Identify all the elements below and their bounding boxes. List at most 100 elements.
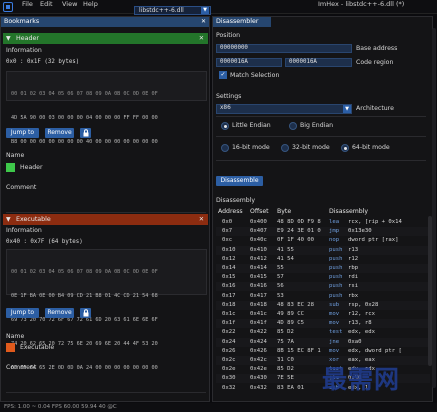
row-operands: rbx: [348, 292, 359, 299]
row-bytes: 48 83 EC 28: [277, 301, 315, 308]
mode-16bit-label: 16-bit mode: [232, 144, 270, 151]
disassembly-row[interactable]: 0x10 0x410 41 55 push r13: [216, 245, 430, 255]
little-endian-label: Little Endian: [232, 122, 271, 129]
close-icon[interactable]: ✕: [199, 33, 204, 44]
row-address: 0x2e: [222, 366, 236, 373]
architecture-value: x86: [220, 105, 231, 111]
disassembly-row[interactable]: 0x0 0x400 48 8D 0D F9 8 lea rcx, [rip + 0x14: [216, 218, 430, 227]
name-label: Name: [6, 333, 25, 340]
radio-big-endian[interactable]: [289, 122, 297, 130]
disassembly-row[interactable]: 0x17 0x417 53 push rbx: [216, 292, 430, 301]
row-offset: 0x42c: [250, 357, 267, 363]
base-address-input[interactable]: 00000000: [216, 44, 352, 53]
disassembly-row[interactable]: 0x26 0x426 8B 15 EC 8F 1 mov edx, dword ptr …: [216, 347, 430, 356]
bookmark-header-bar[interactable]: ▼ Header ✕: [3, 33, 208, 44]
radio-32bit-mode[interactable]: [281, 144, 289, 152]
disassembly-row[interactable]: 0x1f 0x41f 4D 89 C5 mov r13, r8: [216, 319, 430, 329]
menu-view[interactable]: View: [62, 0, 77, 8]
panel-scrollbar[interactable]: [432, 28, 436, 388]
row-address: 0x16: [222, 283, 236, 290]
row-address: 0x22: [222, 329, 236, 336]
row-offset: 0x407: [250, 228, 267, 235]
row-operands: rdi: [348, 274, 359, 281]
row-offset: 0x40c: [250, 237, 267, 244]
row-operands: edx, dword ptr [: [348, 347, 402, 354]
remove-button[interactable]: Remove: [45, 128, 74, 138]
close-icon[interactable]: ✕: [201, 17, 206, 27]
radio-little-endian[interactable]: [221, 122, 229, 130]
menu-edit[interactable]: Edit: [40, 0, 53, 8]
settings-label: Settings: [216, 93, 242, 100]
disassembly-row[interactable]: 0x1c 0x41c 49 89 CC mov r12, rcx: [216, 310, 430, 319]
lock-button[interactable]: [80, 128, 91, 138]
bookmark-color-swatch[interactable]: [6, 163, 15, 172]
mode-32bit-label: 32-bit mode: [292, 144, 330, 151]
remove-button[interactable]: Remove: [45, 308, 74, 318]
jump-to-button[interactable]: Jump to: [6, 128, 39, 138]
row-bytes: 31 C0: [277, 357, 294, 363]
row-offset: 0x417: [250, 292, 267, 299]
row-offset: 0x424: [250, 338, 267, 345]
status-text: FPS: 1.00 ~ 0.04 FPS 60.00 59.94 40 @C: [4, 404, 117, 410]
radio-16bit-mode[interactable]: [221, 144, 229, 152]
jump-to-button[interactable]: Jump to: [6, 308, 39, 318]
close-icon[interactable]: ✕: [199, 214, 204, 225]
bookmark-name-value[interactable]: Header: [20, 164, 43, 171]
divider: [6, 212, 206, 213]
row-offset: 0x410: [250, 246, 267, 253]
code-region-start-input[interactable]: 0000016A: [216, 58, 282, 67]
menu-file[interactable]: File: [22, 0, 33, 8]
column-header-disassembly[interactable]: Disassembly: [329, 208, 368, 215]
disassembly-row[interactable]: 0xc 0x40c 0F 1F 40 00 nop dword ptr [rax]: [216, 236, 430, 245]
disassembler-tab-title: Disassembler: [216, 18, 259, 25]
bookmark-header-bar[interactable]: ▼ Executable ✕: [3, 214, 208, 225]
disassembly-row[interactable]: 0x24 0x424 75 7A jne 0xa0: [216, 337, 430, 347]
row-mnemonic: nop: [329, 237, 340, 244]
bookmark-title: Executable: [16, 216, 51, 223]
base-address-label: Base address: [356, 45, 398, 52]
row-mnemonic: push: [329, 292, 343, 299]
row-address: 0x7: [222, 228, 233, 235]
column-header-address[interactable]: Address: [218, 208, 243, 215]
collapse-arrow-icon[interactable]: ▼: [6, 214, 11, 225]
row-bytes: 55: [277, 265, 284, 271]
disassembly-row[interactable]: 0x22 0x422 85 D2 test edx, edx: [216, 328, 430, 337]
row-bytes: E9 24 3E 01 0: [277, 228, 321, 235]
bookmark-name-value[interactable]: Executable: [20, 344, 54, 351]
disassembly-row[interactable]: 0x15 0x415 57 push rdi: [216, 273, 430, 282]
lock-icon: [83, 309, 88, 317]
row-bytes: 48 8D 0D F9 8: [277, 219, 321, 225]
information-label: Information: [6, 227, 42, 234]
row-offset: 0x415: [250, 274, 267, 281]
disassembly-row[interactable]: 0x14 0x414 55 push rbp: [216, 264, 430, 273]
menu-help[interactable]: Help: [83, 0, 98, 8]
collapse-arrow-icon[interactable]: ▼: [6, 33, 11, 44]
row-bytes: 4D 89 C5: [277, 320, 304, 327]
file-select-dropdown[interactable]: libstdc++-6.dll ▼: [134, 6, 211, 15]
disassembly-label: Disassembly: [216, 197, 256, 204]
disassembly-row[interactable]: 0x12 0x412 41 54 push r12: [216, 255, 430, 264]
row-mnemonic: mov: [329, 311, 340, 317]
lock-icon: [83, 129, 88, 137]
match-selection-checkbox[interactable]: ✓: [219, 71, 227, 79]
bookmarks-tab[interactable]: Bookmarks ✕: [1, 17, 209, 27]
architecture-select[interactable]: x86 ▼: [216, 104, 352, 114]
disassemble-button[interactable]: Disassemble: [216, 176, 263, 186]
row-address: 0x18: [222, 301, 236, 308]
divider: [6, 392, 206, 393]
lock-button[interactable]: [80, 308, 91, 318]
code-region-end-input[interactable]: 0000016A: [285, 58, 352, 67]
column-header-byte[interactable]: Byte: [277, 208, 291, 215]
row-mnemonic: lea: [329, 219, 340, 225]
bookmark-hex-preview: 00 01 02 03 04 05 06 07 08 09 0A 0B 0C 0…: [6, 71, 207, 145]
row-mnemonic: mov: [329, 320, 340, 327]
disassembler-tab[interactable]: Disassembler: [213, 17, 271, 27]
disassembly-row[interactable]: 0x18 0x418 48 83 EC 28 sub rsp, 0x28: [216, 300, 430, 310]
radio-64bit-mode[interactable]: [341, 144, 349, 152]
row-bytes: 85 D2: [277, 366, 294, 373]
row-operands: 0xa0: [348, 338, 362, 345]
disassembly-row[interactable]: 0x7 0x407 E9 24 3E 01 0 jmp 0x13e30: [216, 227, 430, 237]
bookmark-color-swatch[interactable]: [6, 343, 15, 352]
disassembly-row[interactable]: 0x16 0x416 56 push rsi: [216, 282, 430, 292]
column-header-offset[interactable]: Offset: [250, 208, 269, 215]
